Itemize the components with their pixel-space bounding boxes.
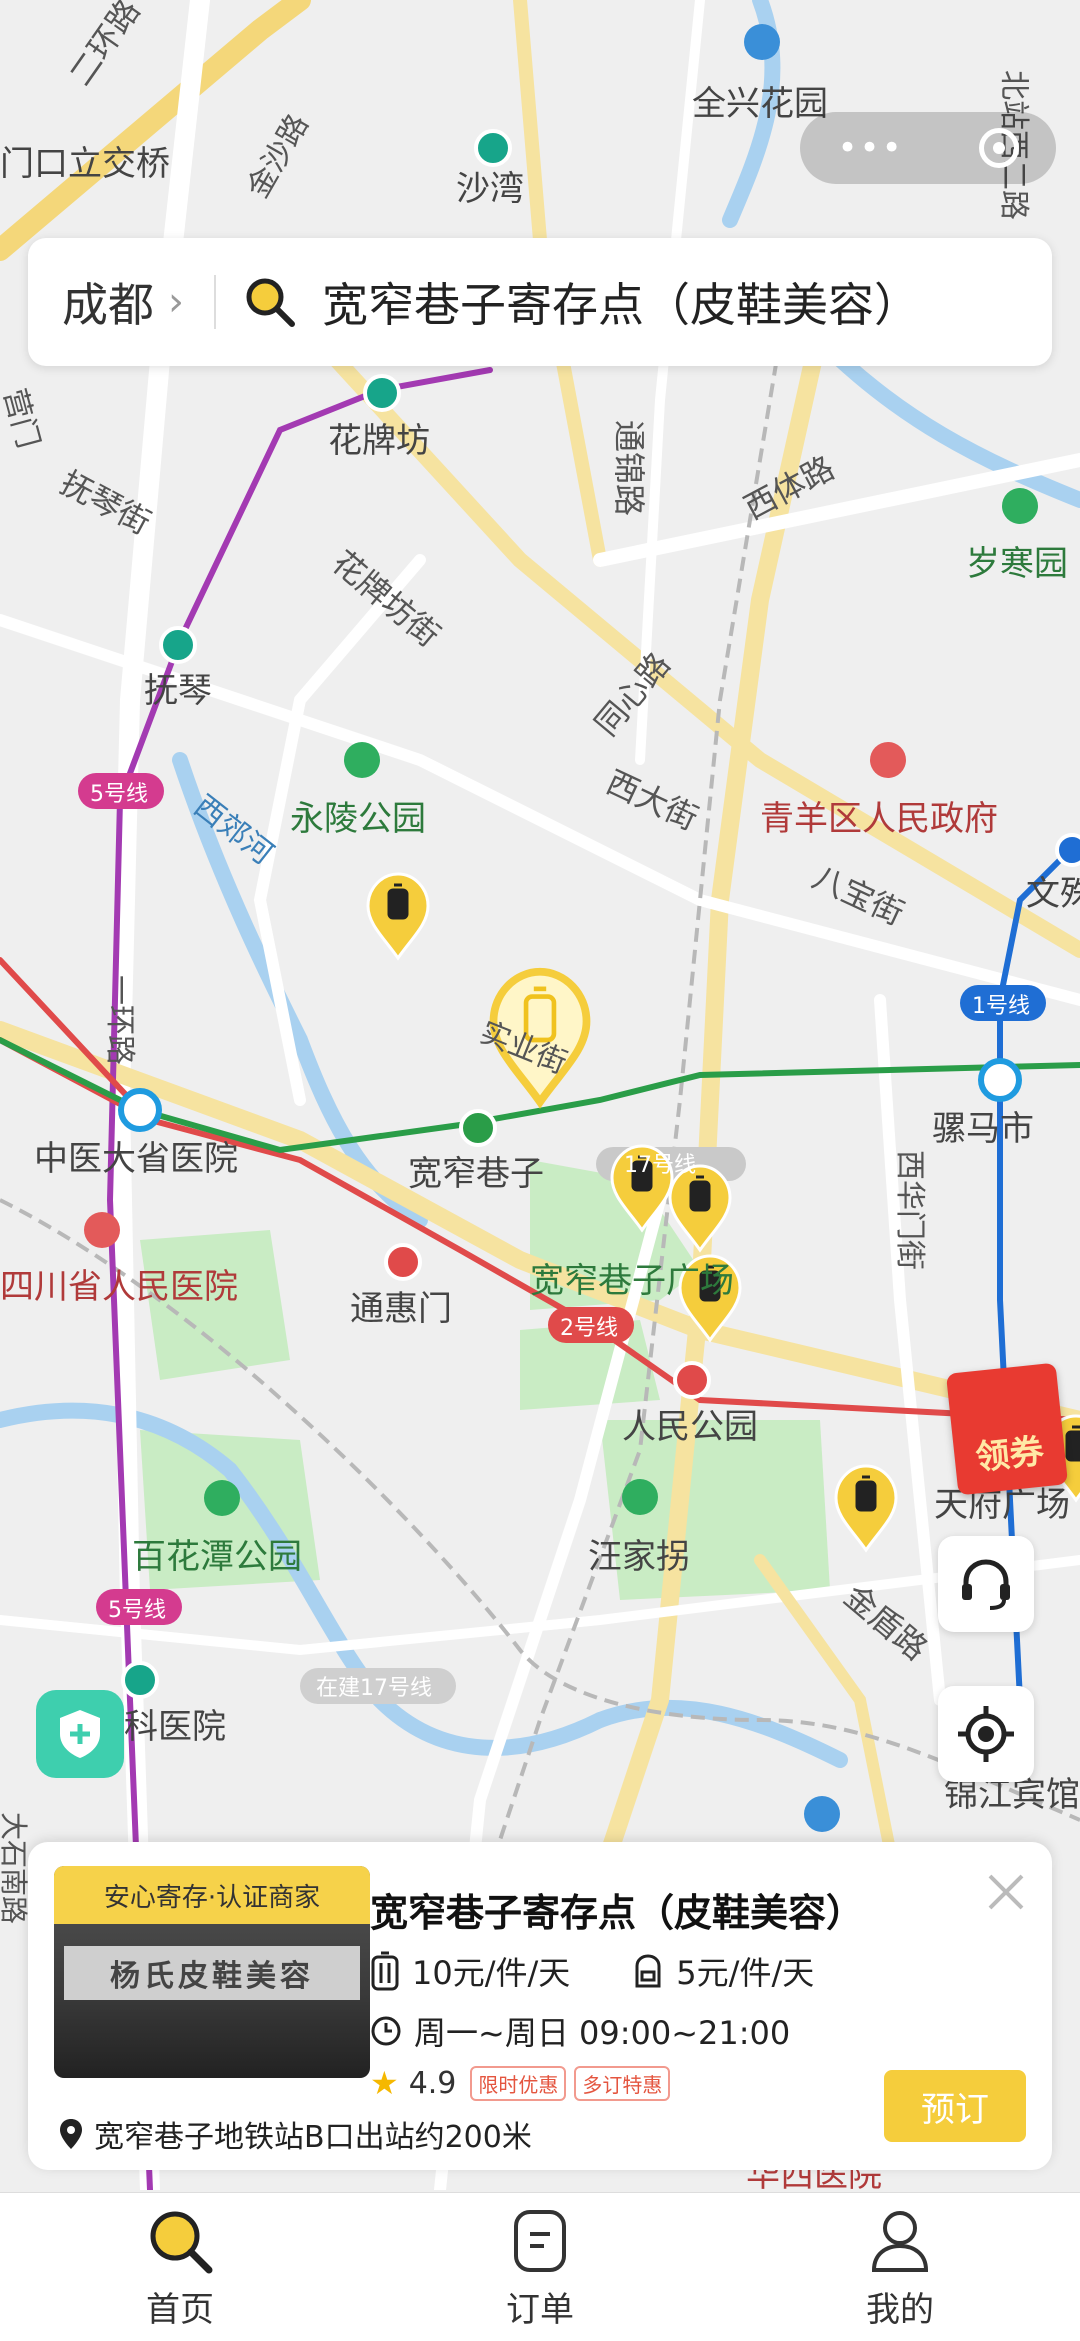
- label-tonghuimen: 通惠门: [350, 1289, 452, 1329]
- label-tianfu: 天府广场: [934, 1485, 1070, 1525]
- nav-home-label: 首页: [146, 2290, 214, 2330]
- label-line1: 1号线: [972, 994, 1030, 1019]
- label-tongjin: 通锦路: [610, 420, 648, 516]
- star-icon: ★: [370, 2064, 399, 2102]
- label-line2: 2号线: [560, 1316, 618, 1341]
- customer-service-button[interactable]: [938, 1536, 1034, 1632]
- locate-icon: [958, 1706, 1014, 1762]
- label-kuanzhai-stn: 宽窄巷子: [408, 1154, 544, 1194]
- shop-photo: 安心寄存·认证商家 杨氏皮鞋美容: [54, 1866, 370, 2078]
- label-xihuamen: 西华门街: [892, 1150, 927, 1270]
- nav-orders-label: 订单: [506, 2290, 574, 2330]
- label-suihan: 岁寒园: [966, 544, 1068, 584]
- nav-mine-label: 我的: [866, 2290, 934, 2330]
- nav-orders[interactable]: 订单: [360, 2193, 720, 2341]
- target-circle-icon[interactable]: [978, 128, 1019, 168]
- label-keyiyuan: 科医院: [124, 1707, 226, 1747]
- more-dots-icon[interactable]: •••: [837, 128, 903, 168]
- insurance-shield-button[interactable]: [36, 1690, 124, 1778]
- label-qingyang: 青羊区人民政府: [760, 799, 998, 839]
- label-luoma: 骡马市: [932, 1109, 1034, 1149]
- verified-tag: 安心寄存·认证商家: [54, 1866, 370, 1924]
- search-query[interactable]: 宽窄巷子寄存点（皮鞋美容）: [322, 269, 920, 335]
- coupon-label: 领券: [973, 1431, 1046, 1479]
- small-bag-icon: [635, 1954, 661, 1988]
- label-line5-a: 5号线: [90, 782, 148, 807]
- label-quanxing: 全兴花园: [692, 84, 828, 124]
- label-wenshu: 文殊: [1026, 874, 1080, 914]
- storage-point-card[interactable]: 安心寄存·认证商家 杨氏皮鞋美容 宽窄巷子寄存点（皮鞋美容） 10元/件/天 5…: [28, 1842, 1052, 2170]
- user-icon: [871, 2211, 929, 2272]
- city-name: 成都: [62, 278, 154, 332]
- label-kuanzhai-square: 宽窄巷子广场: [530, 1261, 734, 1301]
- label-renmin: 人民公园: [622, 1407, 758, 1447]
- address-row: 宽窄巷子地铁站B口出站约200米: [58, 2112, 532, 2156]
- clock-icon: [371, 2016, 401, 2046]
- hours-row: 周一~周日 09:00~21:00: [370, 2008, 790, 2054]
- divider: [214, 275, 216, 329]
- price-small: 5元/件/天: [676, 1954, 815, 1992]
- price-row: 10元/件/天 5元/件/天: [370, 1948, 876, 1994]
- label-dashi: 大石南路: [0, 1812, 30, 1924]
- large-luggage-icon: [371, 1951, 399, 1991]
- nav-mine[interactable]: 我的: [720, 2193, 1080, 2341]
- label-ring1: 一环路: [102, 975, 137, 1065]
- label-sichuan-hosp: 四川省人民医院: [0, 1267, 238, 1307]
- label-interchange: 门口立交桥: [0, 144, 170, 184]
- locate-button[interactable]: [938, 1686, 1034, 1782]
- label-line17: 17号线: [624, 1153, 696, 1178]
- opening-hours: 周一~周日 09:00~21:00: [414, 2014, 791, 2052]
- label-zhongyi: 中医大省医院: [34, 1139, 238, 1179]
- rating-row: ★ 4.9 限时优惠 多订特惠: [370, 2064, 671, 2102]
- badge-multi-order: 多订特惠: [574, 2065, 671, 2101]
- search-bar[interactable]: 成都 › 宽窄巷子寄存点（皮鞋美容）: [28, 238, 1052, 366]
- label-yongling: 永陵公园: [290, 799, 426, 839]
- label-baihuatan: 百花潭公园: [132, 1537, 302, 1577]
- location-pin-icon: [60, 2119, 82, 2149]
- book-button[interactable]: 预订: [884, 2070, 1026, 2142]
- label-line17-construction: 在建17号线: [316, 1676, 432, 1701]
- headset-icon: [962, 1559, 1010, 1610]
- mini-program-capsule: •••: [800, 112, 1056, 184]
- search-icon: [242, 274, 298, 330]
- label-shawan: 沙湾: [456, 169, 524, 209]
- price-large: 10元/件/天: [412, 1954, 571, 1992]
- label-wangjiaguai: 汪家拐: [588, 1537, 690, 1577]
- rating-value: 4.9: [408, 2065, 457, 2101]
- nav-home[interactable]: 首页: [0, 2193, 360, 2341]
- coupon-button[interactable]: 领券: [945, 1362, 1069, 1496]
- order-list-icon: [514, 2210, 566, 2272]
- label-line5-b: 5号线: [108, 1598, 166, 1623]
- shop-sign: 杨氏皮鞋美容: [64, 1946, 360, 2000]
- card-title: 宽窄巷子寄存点（皮鞋美容）: [370, 1891, 865, 1935]
- address-text: 宽窄巷子地铁站B口出站约200米: [94, 2120, 532, 2155]
- close-icon[interactable]: [984, 1870, 1028, 1914]
- badge-limited-offer: 限时优惠: [470, 2065, 567, 2101]
- label-fuqin-stn: 抚琴: [144, 671, 212, 711]
- shield-plus-icon: [60, 1710, 100, 1758]
- label-huapaifang-stn: 花牌坊: [328, 421, 430, 461]
- search-icon: [150, 2211, 213, 2274]
- bottom-nav: 首页 订单 我的: [0, 2192, 1080, 2341]
- chevron-right-icon: ›: [168, 279, 184, 325]
- city-selector[interactable]: 成都 ›: [28, 269, 184, 335]
